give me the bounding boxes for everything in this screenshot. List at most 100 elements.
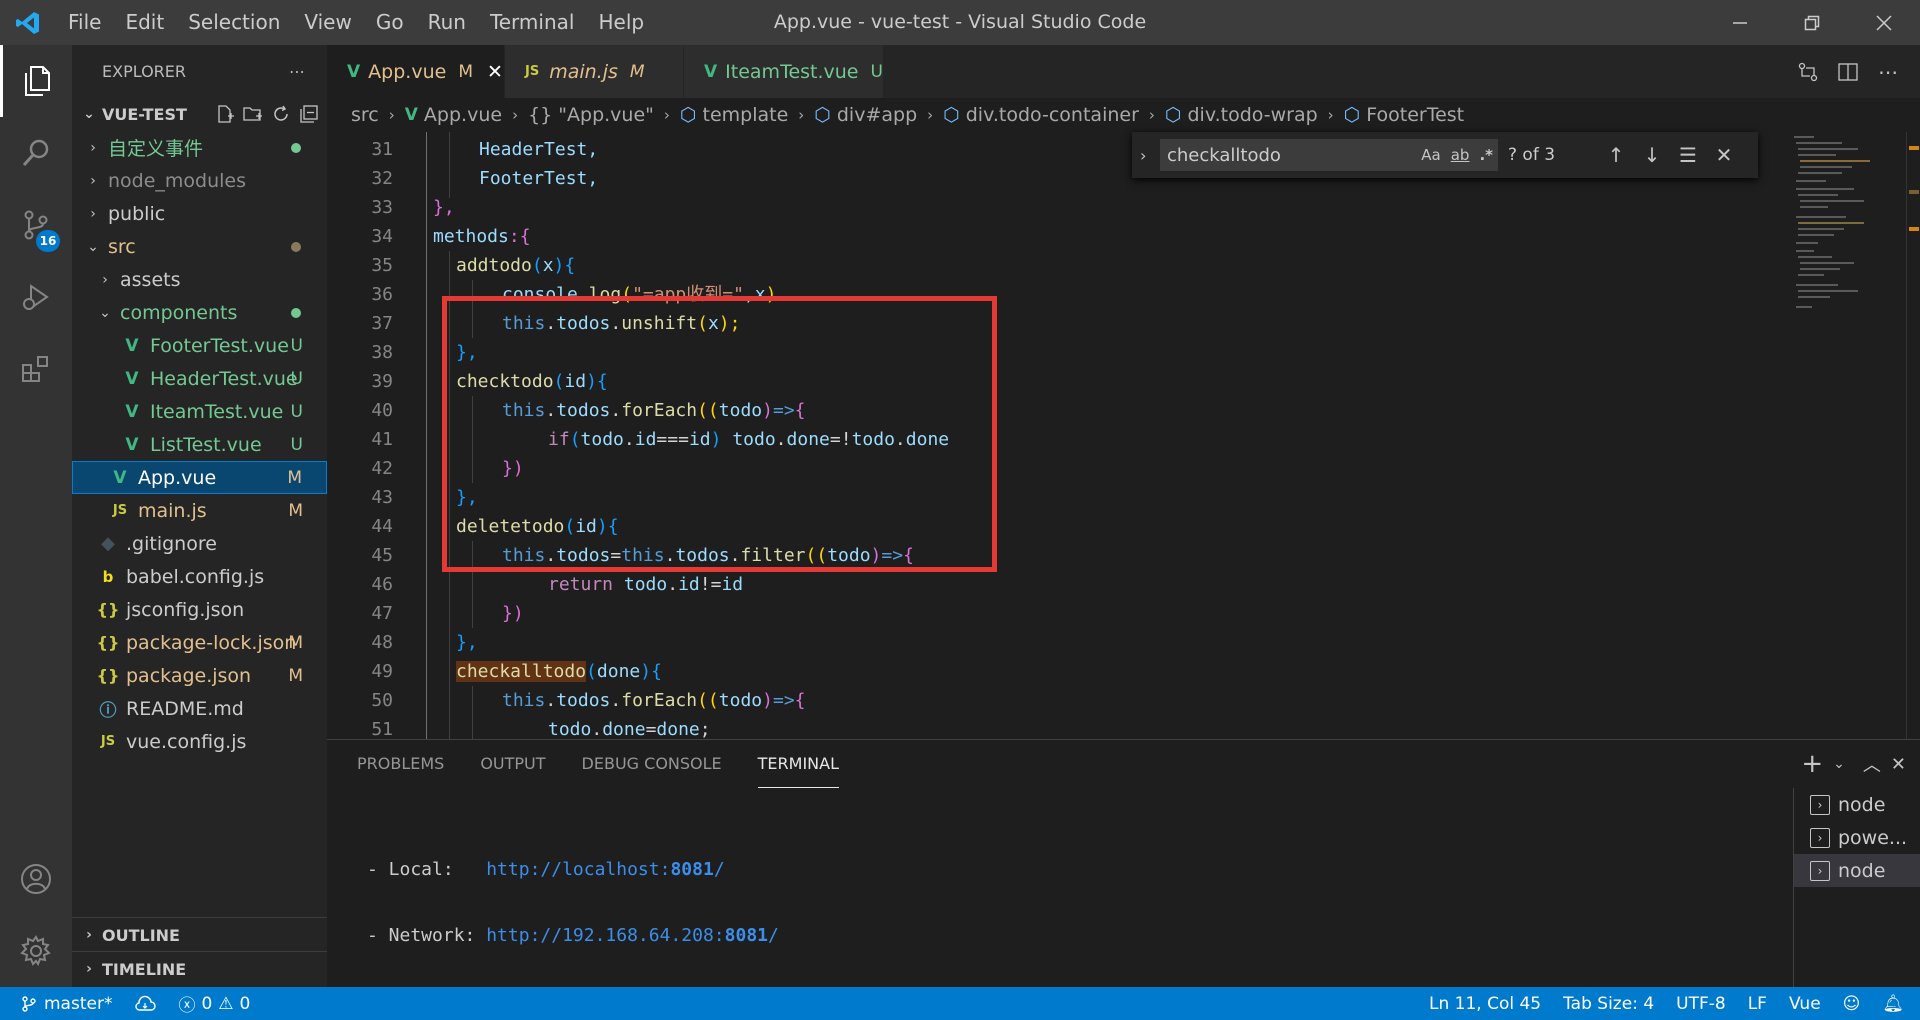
- breadcrumb-item[interactable]: FooterTest: [1366, 104, 1464, 126]
- encoding[interactable]: UTF-8: [1676, 994, 1726, 1014]
- tree-file-main-js[interactable]: JS main.js M: [72, 494, 327, 527]
- open-changes-icon[interactable]: [1792, 56, 1824, 88]
- tree-file-headertest[interactable]: V HeaderTest.vue U: [72, 362, 327, 395]
- breadcrumb-item[interactable]: div.todo-container: [966, 104, 1139, 126]
- breadcrumb-item[interactable]: template: [703, 104, 789, 126]
- tree-folder-public[interactable]: › public: [72, 197, 327, 230]
- menu-edit[interactable]: Edit: [113, 0, 176, 45]
- new-terminal-icon[interactable]: +: [1801, 749, 1823, 779]
- explorer-icon[interactable]: [0, 45, 72, 117]
- terminal-item[interactable]: › powe...: [1794, 821, 1920, 854]
- tree-file-footertest[interactable]: V FooterTest.vue U: [72, 329, 327, 362]
- tree-file-readme[interactable]: ⓘ README.md: [72, 692, 327, 725]
- outline-section[interactable]: › OUTLINE: [72, 917, 327, 952]
- run-debug-icon[interactable]: [0, 261, 72, 333]
- breadcrumb-item[interactable]: {} "App.vue": [528, 104, 654, 126]
- chevron-right-icon[interactable]: ›: [1140, 146, 1160, 165]
- tree-file-jsconfig[interactable]: {} jsconfig.json: [72, 593, 327, 626]
- breadcrumb-item[interactable]: App.vue: [424, 104, 502, 126]
- tree-file-package-lock[interactable]: {} package-lock.json M: [72, 626, 327, 659]
- close-icon[interactable]: ✕: [487, 61, 503, 83]
- tree-file-listtest[interactable]: V ListTest.vue U: [72, 428, 327, 461]
- language-mode[interactable]: Vue: [1789, 994, 1821, 1014]
- new-file-icon[interactable]: [215, 104, 235, 124]
- tree-file-gitignore[interactable]: ◆ .gitignore: [72, 527, 327, 560]
- menu-file[interactable]: File: [56, 0, 113, 45]
- tree-file-vue-config[interactable]: JS vue.config.js: [72, 725, 327, 758]
- regex-icon[interactable]: .*: [1479, 146, 1493, 164]
- code-line: deletetodo(id){: [456, 512, 619, 541]
- tab-iteamtest-vue[interactable]: V IteamTest.vue U: [684, 45, 884, 98]
- close-window-button[interactable]: [1848, 0, 1920, 45]
- find-input[interactable]: checkalltodo Aa ab .*: [1160, 139, 1498, 171]
- feedback-icon[interactable]: ☺: [1843, 994, 1861, 1014]
- tree-folder-components[interactable]: ⌄ components: [72, 296, 327, 329]
- menu-selection[interactable]: Selection: [176, 0, 292, 45]
- tab-main-js[interactable]: JS main.js M: [505, 45, 684, 98]
- tree-folder-assets[interactable]: › assets: [72, 263, 327, 296]
- tab-problems[interactable]: PROBLEMS: [357, 740, 444, 788]
- tree-file-babel-config[interactable]: b babel.config.js: [72, 560, 327, 593]
- end-of-line[interactable]: LF: [1748, 994, 1767, 1014]
- terminal-item[interactable]: › node: [1794, 788, 1920, 821]
- more-actions-icon[interactable]: ⋯: [1872, 56, 1904, 88]
- notifications-bell-icon[interactable]: 🔔︎: [1882, 994, 1904, 1014]
- terminal-item[interactable]: › node: [1794, 854, 1920, 887]
- menu-run[interactable]: Run: [416, 0, 478, 45]
- breadcrumb-item[interactable]: src: [351, 104, 379, 126]
- minimize-button[interactable]: [1704, 0, 1776, 45]
- accounts-icon[interactable]: [0, 843, 72, 915]
- tab-app-vue[interactable]: V App.vue M ✕: [327, 45, 505, 98]
- sync-status[interactable]: [134, 995, 157, 1013]
- split-editor-icon[interactable]: [1832, 56, 1864, 88]
- menu-help[interactable]: Help: [586, 0, 656, 45]
- settings-gear-icon[interactable]: [0, 915, 72, 987]
- tree-folder-src[interactable]: ⌄ src: [72, 230, 327, 263]
- match-case-icon[interactable]: Aa: [1421, 146, 1440, 164]
- overview-ruler[interactable]: [1906, 132, 1920, 739]
- code-editor[interactable]: 31 32 33 34 35 36 37 38 39 40 41 42 43 4…: [327, 132, 1920, 739]
- tab-debug-console[interactable]: DEBUG CONSOLE: [582, 740, 722, 788]
- menu-go[interactable]: Go: [364, 0, 416, 45]
- explorer-sidebar: EXPLORER ⋯ ⌄ VUE-TEST › 自定义事件 › node_mod…: [72, 45, 327, 987]
- tree-folder-custom-events[interactable]: › 自定义事件: [72, 131, 327, 164]
- new-folder-icon[interactable]: [243, 104, 263, 124]
- terminal-output[interactable]: - Local: http://localhost:8081/ - Networ…: [367, 816, 779, 990]
- restore-button[interactable]: [1776, 0, 1848, 45]
- search-icon[interactable]: [0, 117, 72, 189]
- tree-file-package-json[interactable]: {} package.json M: [72, 659, 327, 692]
- refresh-icon[interactable]: [271, 104, 291, 124]
- problems-status[interactable]: ⓧ 0 ⚠ 0: [178, 991, 250, 1017]
- source-control-icon[interactable]: 16: [0, 189, 72, 261]
- match-whole-word-icon[interactable]: ab: [1451, 146, 1470, 164]
- tab-size[interactable]: Tab Size: 4: [1563, 994, 1654, 1014]
- breadcrumb-item[interactable]: div.todo-wrap: [1188, 104, 1318, 126]
- tree-file-iteamtest[interactable]: V IteamTest.vue U: [72, 395, 327, 428]
- maximize-panel-icon[interactable]: ︿: [1863, 751, 1881, 777]
- cursor-position[interactable]: Ln 11, Col 45: [1429, 994, 1541, 1014]
- branch-status[interactable]: master*: [20, 994, 112, 1014]
- arrow-up-icon[interactable]: ↑: [1598, 140, 1634, 170]
- minimap[interactable]: [1786, 132, 1906, 739]
- scm-badge: 16: [36, 230, 60, 252]
- project-section-header[interactable]: ⌄ VUE-TEST: [72, 97, 327, 131]
- find-in-selection-icon[interactable]: ☰: [1670, 140, 1706, 170]
- menu-terminal[interactable]: Terminal: [478, 0, 587, 45]
- menu-view[interactable]: View: [292, 0, 363, 45]
- tree-folder-node-modules[interactable]: › node_modules: [72, 164, 327, 197]
- tree-label: assets: [120, 268, 181, 291]
- chevron-down-icon[interactable]: ⌄: [1833, 756, 1845, 772]
- breadcrumb-item[interactable]: div#app: [837, 104, 917, 126]
- tab-output[interactable]: OUTPUT: [480, 740, 545, 788]
- close-icon[interactable]: ✕: [1706, 140, 1742, 170]
- timeline-section[interactable]: › TIMELINE: [72, 951, 327, 986]
- collapse-all-icon[interactable]: [299, 104, 319, 124]
- terminal-url[interactable]: http://localhost:8081/: [486, 859, 724, 880]
- close-icon[interactable]: ✕: [1891, 754, 1906, 775]
- tab-terminal[interactable]: TERMINAL: [757, 740, 840, 788]
- tree-file-app-vue[interactable]: V App.vue M: [72, 461, 327, 494]
- terminal-url[interactable]: http://192.168.64.208:8081/: [486, 925, 779, 946]
- extensions-icon[interactable]: [0, 333, 72, 405]
- more-actions-icon[interactable]: ⋯: [289, 62, 305, 81]
- arrow-down-icon[interactable]: ↓: [1634, 140, 1670, 170]
